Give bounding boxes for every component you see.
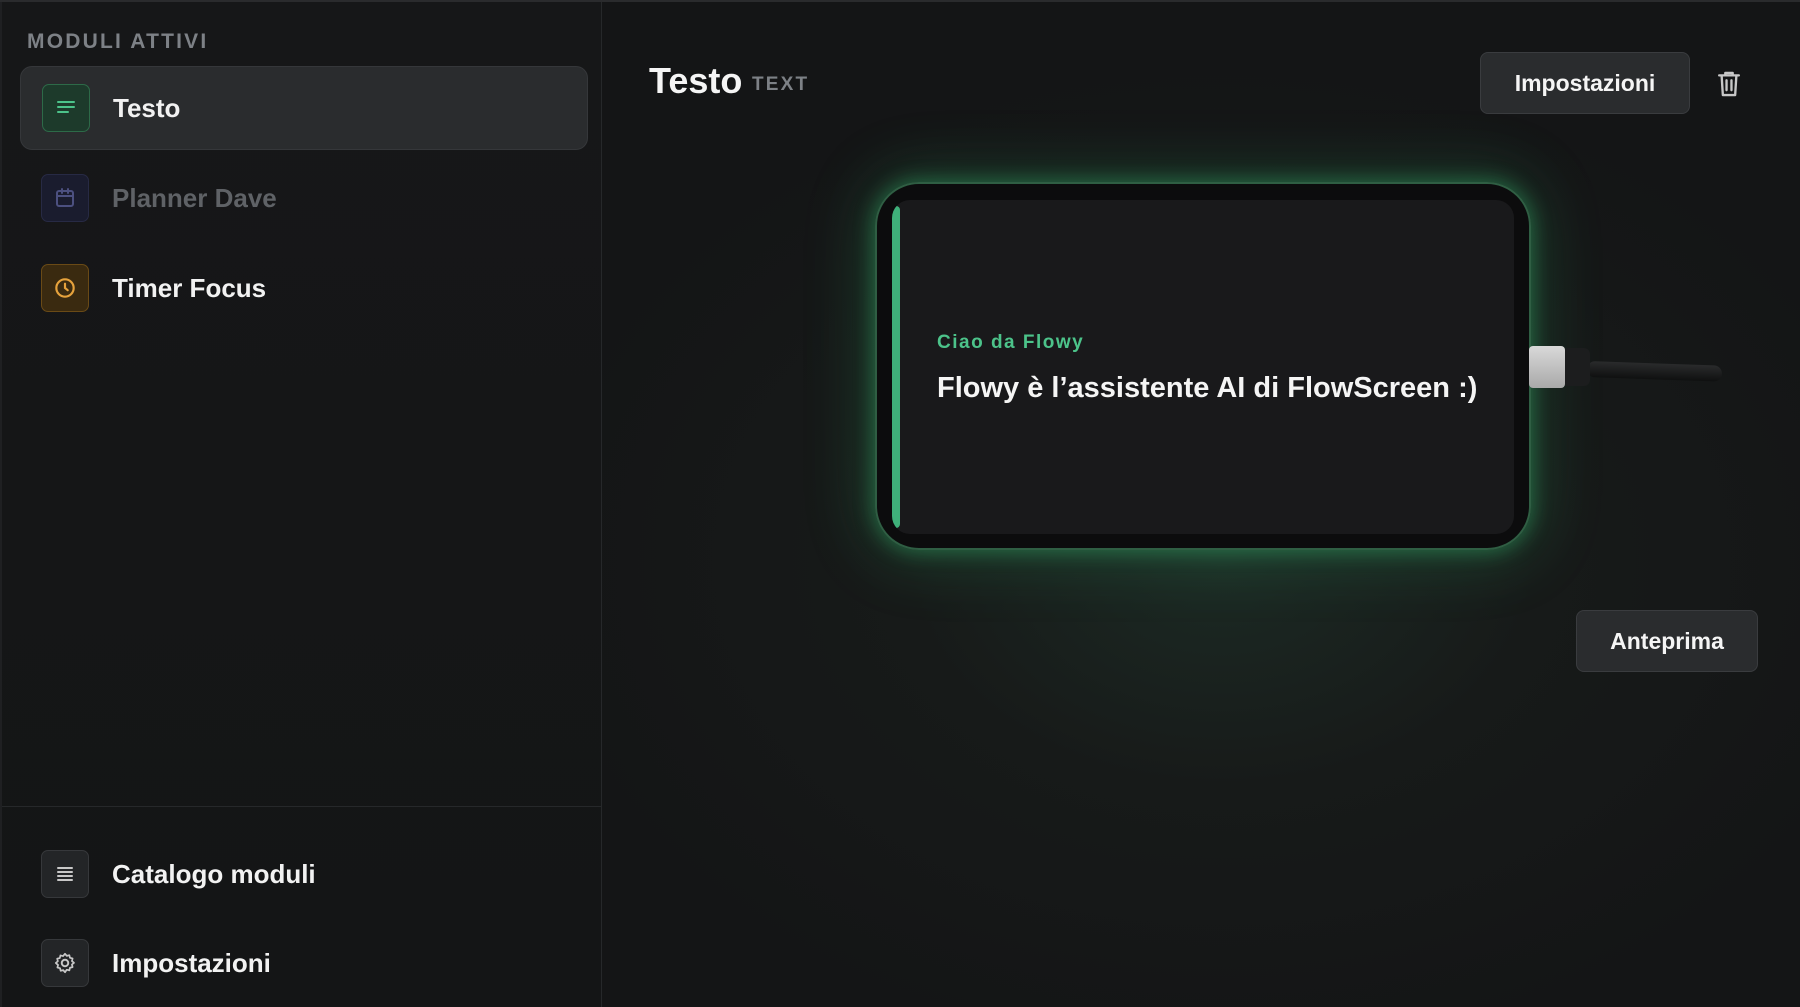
sidebar-item-settings[interactable]: Impostazioni	[20, 921, 588, 1005]
trash-icon[interactable]	[1714, 68, 1744, 100]
text-lines-icon	[42, 84, 90, 132]
device-preview: Ciao da Flowy Flowy è l’assistente AI di…	[875, 182, 1531, 550]
usb-cable	[1586, 361, 1723, 382]
screen-message: Flowy è l’assistente AI di FlowScreen :)	[937, 372, 1478, 404]
usb-plug	[1529, 346, 1565, 388]
module-editor: Testo TEXT Impostazioni Ciao da Flowy Fl…	[602, 2, 1800, 1007]
sidebar-item-timer-focus[interactable]: Timer Focus	[20, 246, 588, 330]
gear-icon	[41, 939, 89, 987]
sidebar-divider	[2, 806, 602, 807]
sidebar-item-planner-dave[interactable]: Planner Dave	[20, 156, 588, 240]
sidebar-item-label: Timer Focus	[112, 272, 267, 303]
app-window: MODULI ATTIVI Testo Planner Dave Timer F…	[0, 0, 1800, 1007]
sidebar-item-label: Testo	[113, 92, 181, 123]
list-icon	[41, 850, 89, 898]
section-title-active-modules: MODULI ATTIVI	[27, 30, 209, 53]
preview-button[interactable]: Anteprima	[1576, 610, 1758, 672]
settings-button[interactable]: Impostazioni	[1480, 52, 1690, 114]
device-screen: Ciao da Flowy Flowy è l’assistente AI di…	[892, 200, 1514, 534]
usb-cable-neck	[1562, 348, 1590, 386]
sidebar-item-testo[interactable]: Testo	[20, 66, 588, 150]
sidebar-item-label: Planner Dave	[112, 182, 277, 213]
sidebar-item-label: Catalogo moduli	[112, 858, 316, 889]
sidebar-item-label: Impostazioni	[112, 947, 271, 978]
clock-icon	[41, 264, 89, 312]
sidebar: MODULI ATTIVI Testo Planner Dave Timer F…	[0, 2, 602, 1007]
sidebar-item-module-catalog[interactable]: Catalogo moduli	[20, 832, 588, 916]
module-type-badge: TEXT	[752, 74, 810, 95]
page-title: Testo	[649, 60, 743, 101]
screen-accent-bar	[892, 206, 900, 528]
calendar-icon	[41, 174, 89, 222]
screen-kicker: Ciao da Flowy	[937, 332, 1085, 353]
